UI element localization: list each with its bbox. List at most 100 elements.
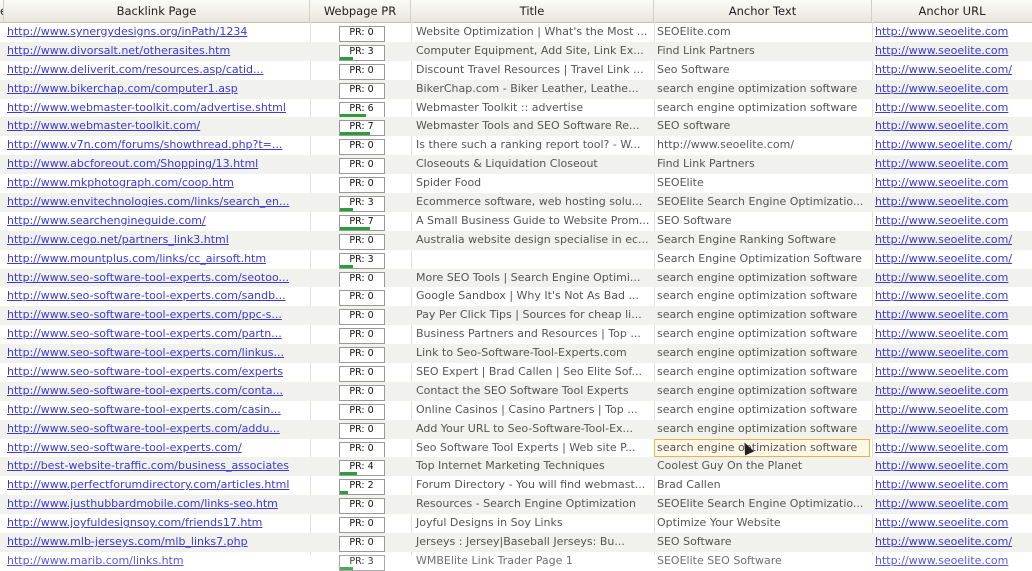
anchor-url-link[interactable]: http://www.seoelite.com [872, 457, 1030, 476]
anchor-text-cell[interactable]: search engine optimization software [654, 80, 870, 99]
anchor-text-cell[interactable]: Optimize Your Website [654, 514, 870, 533]
anchor-text-cell[interactable]: search engine optimization software [654, 420, 870, 439]
backlink-page-link[interactable]: http://www.justhubbardmobile.com/links-s… [4, 495, 306, 514]
backlink-page-link[interactable]: http://www.seo-software-tool-experts.com… [4, 401, 306, 420]
backlink-page-link[interactable]: http://www.mlb-jerseys.com/mlb_links7.ph… [4, 533, 306, 552]
table-row[interactable]: http://www.perfectforumdirectory.com/art… [0, 476, 1032, 496]
table-row[interactable]: http://www.searchengineguide.com/PR: 7 A … [0, 212, 1032, 231]
backlink-page-link[interactable]: http://www.seo-software-tool-experts.com… [4, 325, 306, 344]
anchor-text-cell[interactable]: SEO Software [654, 533, 870, 552]
anchor-text-cell[interactable]: SEO software [654, 117, 870, 136]
anchor-url-link[interactable]: http://www.seoelite.com [872, 476, 1030, 495]
table-row[interactable]: http://www.cego.net/partners_link3.html P… [0, 230, 1032, 250]
table-row[interactable]: http://www.abcforeout.com/Shopping/13.ht… [0, 155, 1032, 175]
anchor-url-link[interactable]: http://www.seoelite.com/ [872, 250, 1030, 269]
anchor-url-link[interactable]: http://www.seoelite.com [872, 344, 1030, 363]
anchor-url-link[interactable]: http://www.seoelite.com [872, 287, 1030, 306]
anchor-url-link[interactable]: http://www.seoelite.com [872, 420, 1030, 439]
backlink-page-link[interactable]: http://www.mountplus.com/links/cc_airsof… [4, 250, 306, 269]
backlink-page-link[interactable]: http://best-website-traffic.com/business… [4, 457, 306, 476]
table-row[interactable]: http://best-website-traffic.com/business… [0, 457, 1032, 477]
backlink-page-link[interactable]: http://www.deliverit.com/resources.asp/c… [4, 61, 306, 80]
table-row[interactable]: http://www.envitechnologies.com/links/se… [0, 193, 1032, 212]
anchor-text-cell[interactable]: SEO Software [654, 212, 870, 231]
anchor-text-cell[interactable]: Seo Software [654, 61, 870, 80]
anchor-url-link[interactable]: http://www.seoelite.com [872, 193, 1030, 212]
anchor-text-cell[interactable]: search engine optimization software [654, 269, 870, 288]
table-row[interactable]: http://www.mlb-jerseys.com/mlb_links7.ph… [0, 533, 1032, 552]
backlink-page-link[interactable]: http://www.abcforeout.com/Shopping/13.ht… [4, 155, 306, 174]
anchor-url-link[interactable]: http://www.seoelite.com [872, 42, 1030, 61]
table-row[interactable]: http://www.justhubbardmobile.com/links-s… [0, 495, 1032, 515]
table-row[interactable]: http://www.mountplus.com/links/cc_airsof… [0, 250, 1032, 269]
anchor-text-cell[interactable]: SEOElite Search Engine Optimizatio... [654, 193, 870, 212]
table-row[interactable]: http://www.webmaster-toolkit.com/PR: 7 We… [0, 117, 1032, 137]
backlink-page-link[interactable]: http://www.mkphotograph.com/coop.htm [4, 174, 306, 193]
column-header-title[interactable]: Title [411, 0, 654, 22]
anchor-url-link[interactable]: http://www.seoelite.com [872, 495, 1030, 514]
anchor-url-link[interactable]: http://www.seoelite.com [872, 382, 1030, 401]
backlink-page-link[interactable]: http://www.seo-software-tool-experts.com… [4, 420, 306, 439]
anchor-text-cell[interactable]: search engine optimization software [654, 363, 870, 382]
backlink-page-link[interactable]: http://www.seo-software-tool-experts.com… [4, 306, 306, 325]
table-row[interactable]: http://www.deliverit.com/resources.asp/c… [0, 61, 1032, 80]
anchor-text-cell[interactable]: search engine optimization software [654, 438, 870, 458]
table-row[interactable]: http://www.seo-software-tool-experts.com… [0, 363, 1032, 382]
backlink-page-link[interactable]: http://www.v7n.com/forums/showthread.php… [4, 136, 306, 155]
anchor-url-link[interactable]: http://www.seoelite.com [872, 401, 1030, 420]
backlink-page-link[interactable]: http://www.cego.net/partners_link3.html [4, 231, 306, 250]
anchor-url-link[interactable]: http://www.seoelite.com/ [872, 61, 1030, 80]
column-header-anchor-url[interactable]: Anchor URL [872, 0, 1032, 22]
anchor-text-cell[interactable]: Find Link Partners [654, 42, 870, 61]
table-row[interactable]: http://www.seo-software-tool-experts.com… [0, 268, 1032, 288]
backlink-page-link[interactable]: http://www.seo-software-tool-experts.com… [4, 269, 306, 288]
anchor-url-link[interactable]: http://www.seoelite.com [872, 117, 1030, 136]
table-row[interactable]: http://www.seo-software-tool-experts.com… [0, 325, 1032, 345]
table-row[interactable]: http://www.mkphotograph.com/coop.htm PR: … [0, 174, 1032, 194]
backlink-page-link[interactable]: http://www.webmaster-toolkit.com/adverti… [4, 99, 306, 118]
anchor-url-link[interactable]: http://www.seoelite.com [872, 325, 1030, 344]
anchor-text-cell[interactable]: search engine optimization software [654, 306, 870, 325]
anchor-text-cell[interactable]: Search Engine Optimization Software [654, 250, 870, 269]
anchor-text-cell[interactable]: Search Engine Ranking Software [654, 231, 870, 250]
column-header-anchor-text[interactable]: Anchor Text [654, 0, 872, 22]
backlink-page-link[interactable]: http://www.seo-software-tool-experts.com… [4, 344, 306, 363]
table-row[interactable]: http://www.seo-software-tool-experts.com… [0, 438, 1032, 458]
backlink-page-link[interactable]: http://www.joyfuldesignsoy.com/friends17… [4, 514, 306, 533]
anchor-text-cell[interactable]: Find Link Partners [654, 155, 870, 174]
anchor-url-link[interactable]: http://www.seoelite.com [872, 439, 1030, 458]
table-row[interactable]: http://www.v7n.com/forums/showthread.php… [0, 136, 1032, 156]
backlink-page-link[interactable]: http://www.seo-software-tool-experts.com… [4, 363, 306, 382]
column-header-backlink-page[interactable]: Backlink Page [4, 0, 310, 22]
backlink-page-link[interactable]: http://www.envitechnologies.com/links/se… [4, 193, 306, 212]
anchor-url-link[interactable]: http://www.seoelite.com [872, 99, 1030, 118]
anchor-text-cell[interactable]: search engine optimization software [654, 382, 870, 401]
table-row[interactable]: http://www.divorsalt.net/otherasites.htm… [0, 41, 1032, 61]
backlink-page-link[interactable]: http://www.searchengineguide.com/ [4, 212, 306, 231]
table-row[interactable]: http://www.synergydesigns.org/inPath/123… [0, 23, 1032, 42]
anchor-url-link[interactable]: http://www.seoelite.com [872, 363, 1030, 382]
anchor-url-link[interactable]: http://www.seoelite.com [872, 155, 1030, 174]
backlink-page-link[interactable]: http://www.perfectforumdirectory.com/art… [4, 476, 306, 495]
table-row[interactable]: http://www.joyfuldesignsoy.com/friends17… [0, 514, 1032, 534]
table-row[interactable]: http://www.seo-software-tool-experts.com… [0, 344, 1032, 364]
backlink-page-link[interactable]: http://www.seo-software-tool-experts.com… [4, 382, 306, 401]
anchor-url-link[interactable]: http://www.seoelite.com [872, 306, 1030, 325]
backlink-page-link[interactable]: http://www.webmaster-toolkit.com/ [4, 117, 306, 136]
anchor-url-link[interactable]: http://www.seoelite.com [872, 174, 1030, 193]
anchor-text-cell[interactable]: SEOElite Search Engine Optimizatio... [654, 495, 870, 514]
backlink-page-link[interactable]: http://www.synergydesigns.org/inPath/123… [4, 23, 306, 42]
anchor-text-cell[interactable]: search engine optimization software [654, 99, 870, 118]
anchor-url-link[interactable]: http://www.seoelite.com [872, 514, 1030, 533]
backlink-page-link[interactable]: http://www.divorsalt.net/otherasites.htm [4, 42, 306, 61]
column-header-webpage-pr[interactable]: Webpage PR [310, 0, 411, 22]
anchor-text-cell[interactable]: Coolest Guy On the Planet [654, 457, 870, 476]
anchor-url-link[interactable]: http://www.seoelite.com/ [872, 231, 1030, 250]
anchor-url-link[interactable]: http://www.seoelite.com [872, 212, 1030, 231]
backlink-page-link[interactable]: http://www.seo-software-tool-experts.com… [4, 439, 306, 458]
backlink-page-link[interactable]: http://www.seo-software-tool-experts.com… [4, 287, 306, 306]
anchor-url-link[interactable]: http://www.seoelite.com [872, 23, 1030, 42]
anchor-text-cell[interactable]: search engine optimization software [654, 287, 870, 306]
table-row[interactable]: http://www.webmaster-toolkit.com/adverti… [0, 99, 1032, 118]
anchor-url-link[interactable]: http://www.seoelite.com/ [872, 136, 1030, 155]
